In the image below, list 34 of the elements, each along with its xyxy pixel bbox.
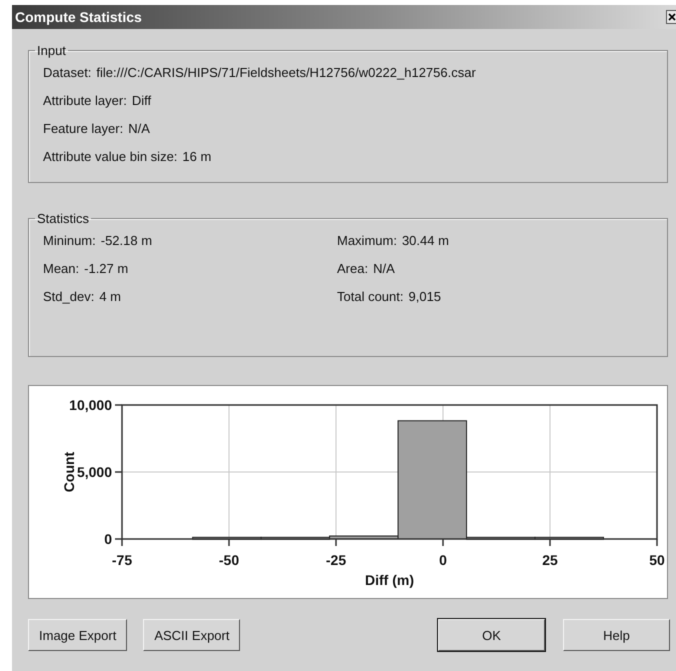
stat-label: Mininum:: [43, 232, 96, 248]
field-value: file:///C:/CARIS/HIPS/71/Fieldsheets/H12756/w0222_h12756.csar: [96, 64, 476, 80]
x-tick-label: 0: [439, 552, 447, 568]
stat-label: Std_dev:: [43, 288, 94, 304]
field-label: Dataset:: [43, 64, 92, 80]
x-tick-label: 50: [649, 552, 665, 568]
field-label: Attribute value bin size:: [43, 148, 178, 164]
stat-label: Mean:: [43, 260, 80, 276]
stat-value: -52.18 m: [100, 232, 152, 248]
group-legend: Input: [35, 43, 68, 58]
stat-label: Maximum:: [337, 232, 397, 248]
x-axis-title: Diff (m): [365, 572, 414, 588]
y-tick-label: 10,000: [69, 397, 112, 413]
stat-value: N/A: [373, 260, 395, 276]
y-tick-label: 0: [104, 531, 112, 547]
stat-value: 4 m: [99, 288, 121, 304]
field-value: N/A: [128, 120, 150, 136]
stat-value: -1.27 m: [84, 260, 128, 276]
x-tick-label: -75: [112, 552, 132, 568]
y-axis-title: Count: [61, 452, 77, 492]
stat-label: Total count:: [337, 288, 404, 304]
field-value: 16 m: [182, 148, 212, 164]
stat-value: 30.44 m: [402, 232, 449, 248]
y-tick-label: 5,000: [76, 464, 112, 480]
group-legend: Statistics: [35, 211, 92, 226]
x-tick-label: -25: [326, 552, 346, 568]
field-value: Diff: [132, 92, 152, 108]
stat-value: 9,015: [408, 288, 442, 304]
field-label: Attribute layer:: [43, 92, 127, 108]
x-tick-label: -50: [218, 552, 240, 568]
stat-label: Area:: [337, 260, 368, 276]
field-label: Feature layer:: [43, 120, 124, 136]
x-tick-label: 25: [542, 552, 558, 568]
window-title: Compute Statistics: [14, 9, 142, 25]
